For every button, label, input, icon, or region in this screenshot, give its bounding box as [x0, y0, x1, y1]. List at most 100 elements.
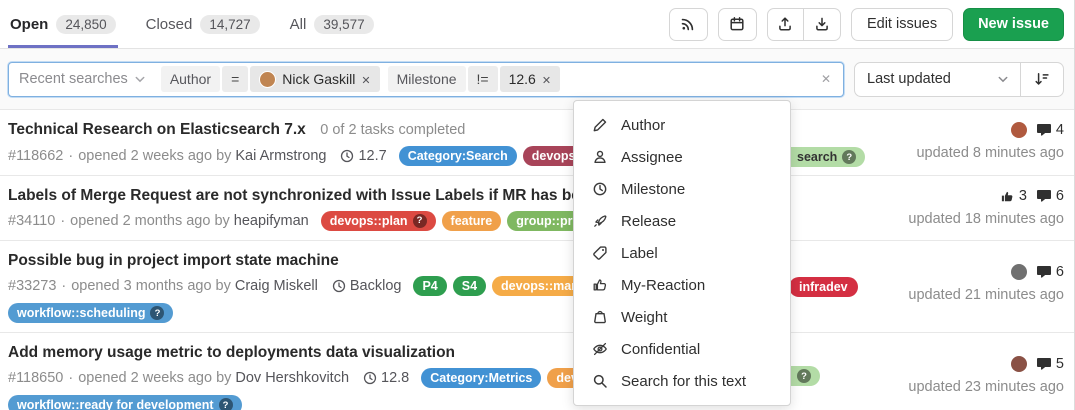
issue-title[interactable]: Add memory usage metric to deployments d… [8, 344, 455, 361]
issue-author-link[interactable]: Craig Miskell [235, 276, 318, 296]
rocket-icon [592, 213, 608, 229]
issues-list: Technical Research on Elasticsearch 7.x … [0, 110, 1074, 410]
state-tabs: Open 24,850 Closed 14,727 All 39,577 [8, 0, 376, 48]
issue-title[interactable]: Labels of Merge Request are not synchron… [8, 187, 617, 204]
menu-item-weight[interactable]: Weight [574, 301, 790, 333]
import-icon [814, 16, 830, 32]
separator [56, 276, 71, 296]
milestone-link[interactable]: Backlog [332, 276, 402, 296]
comments-count[interactable]: 6 [1036, 264, 1064, 280]
comment-icon [1036, 122, 1052, 138]
comments-count[interactable]: 5 [1036, 356, 1064, 372]
issue-row: Technical Research on Elasticsearch 7.x … [0, 110, 1074, 176]
recent-searches-dropdown[interactable]: Recent searches [19, 71, 145, 87]
milestone-title: Backlog [350, 276, 402, 296]
comment-icon [1036, 356, 1052, 372]
label-pill[interactable]: S4 [453, 276, 486, 296]
tab-all-label: All [290, 16, 307, 33]
help-icon [219, 398, 233, 410]
menu-item-milestone[interactable]: Milestone [574, 173, 790, 205]
comments-count[interactable]: 4 [1036, 122, 1064, 138]
label-pill[interactable]: Category:Metrics [421, 368, 541, 388]
issue-row: Possible bug in project import state mac… [0, 241, 1074, 333]
filter-token-author[interactable]: Author = Nick Gaskill [161, 66, 380, 92]
comment-icon [1036, 188, 1052, 204]
issues-page: Open 24,850 Closed 14,727 All 39,577 [0, 0, 1075, 410]
issue-author-link[interactable]: Dov Hershkovitch [235, 368, 349, 388]
issue-ref: #118662 [8, 146, 63, 166]
tab-all[interactable]: All 39,577 [288, 0, 376, 48]
sort-descending-icon [1034, 71, 1050, 87]
task-note: 0 of 2 tasks completed [320, 122, 465, 138]
updated-timestamp: updated 18 minutes ago [908, 211, 1064, 227]
remove-token-icon[interactable] [361, 71, 370, 87]
menu-item-search-text[interactable]: Search for this text [574, 365, 790, 397]
import-issues-button[interactable] [804, 8, 841, 41]
issue-ref: #118650 [8, 368, 63, 388]
label-pill[interactable]: Category:Search [399, 146, 517, 166]
menu-item-label[interactable]: Label [574, 237, 790, 269]
label-pill[interactable]: workflow::ready for development [8, 395, 242, 410]
upvotes-count[interactable]: 3 [1000, 188, 1027, 204]
issue-ref: #34110 [8, 211, 55, 231]
filter-token-milestone[interactable]: Milestone != 12.6 [388, 66, 560, 92]
chevron-down-icon [135, 76, 145, 83]
help-icon [150, 306, 164, 320]
edit-issues-button[interactable]: Edit issues [851, 8, 953, 41]
calendar-button[interactable] [718, 8, 757, 41]
issue-title[interactable]: Technical Research on Elasticsearch 7.x [8, 121, 306, 138]
token-name: Author [161, 66, 220, 92]
label-pill[interactable]: devops::plan [321, 211, 436, 231]
tab-closed[interactable]: Closed 14,727 [144, 0, 262, 48]
issues-tabs-bar: Open 24,850 Closed 14,727 All 39,577 [0, 0, 1074, 49]
menu-item-confidential[interactable]: Confidential [574, 333, 790, 365]
milestone-link[interactable]: 12.7 [340, 146, 386, 166]
token-value: Nick Gaskill [250, 66, 379, 92]
menu-item-author[interactable]: Author [574, 109, 790, 141]
menu-item-my-reaction[interactable]: My-Reaction [574, 269, 790, 301]
thumb-up-icon [592, 277, 608, 293]
new-issue-button[interactable]: New issue [963, 8, 1064, 41]
sort-direction-button[interactable] [1021, 62, 1064, 97]
eye-slash-icon [592, 341, 608, 357]
clock-icon [363, 371, 377, 385]
issue-ref: #33273 [8, 276, 56, 296]
clear-search-button[interactable] [819, 70, 833, 88]
remove-token-icon[interactable] [542, 71, 551, 87]
label-pill[interactable]: infradev [789, 277, 858, 297]
rss-feed-button[interactable] [669, 8, 708, 41]
labels-icon [592, 245, 608, 261]
opened-text: opened 3 months ago by [71, 276, 231, 296]
comments-count[interactable]: 6 [1036, 188, 1064, 204]
filtered-search-input[interactable]: Recent searches Author = Nick Gaskill Mi… [8, 62, 844, 97]
assignee-avatar[interactable] [1011, 264, 1027, 280]
issue-title[interactable]: Possible bug in project import state mac… [8, 252, 339, 269]
label-pill[interactable]: feature [442, 211, 502, 231]
milestone-title: 12.7 [358, 146, 386, 166]
pencil-icon [592, 117, 608, 133]
sort-label: Last updated [867, 71, 951, 87]
label-pill[interactable]: P4 [413, 276, 446, 296]
tab-open[interactable]: Open 24,850 [8, 0, 118, 48]
milestone-link[interactable]: 12.8 [363, 368, 409, 388]
nav-spacer [376, 0, 669, 48]
issue-author-link[interactable]: heapifyman [234, 211, 309, 231]
menu-item-assignee[interactable]: Assignee [574, 141, 790, 173]
clock-icon [332, 279, 346, 293]
label-pill[interactable]: workflow::scheduling [8, 303, 173, 323]
sort-dropdown[interactable]: Last updated [854, 62, 1021, 97]
separator [63, 368, 78, 388]
assignee-avatar[interactable] [1011, 356, 1027, 372]
export-icon [777, 16, 793, 32]
token-operator: != [468, 66, 498, 92]
tab-closed-count: 14,727 [200, 15, 259, 34]
sort-controls: Last updated [854, 62, 1064, 97]
menu-item-release[interactable]: Release [574, 205, 790, 237]
nav-actions: Edit issues New issue [669, 0, 1064, 48]
filter-suggestions-dropdown: Author Assignee Milestone Release Label … [573, 100, 791, 406]
assignee-avatar[interactable] [1011, 122, 1027, 138]
milestone-title: 12.8 [381, 368, 409, 388]
issue-author-link[interactable]: Kai Armstrong [235, 146, 326, 166]
user-icon [592, 149, 608, 165]
export-issues-button[interactable] [767, 8, 804, 41]
